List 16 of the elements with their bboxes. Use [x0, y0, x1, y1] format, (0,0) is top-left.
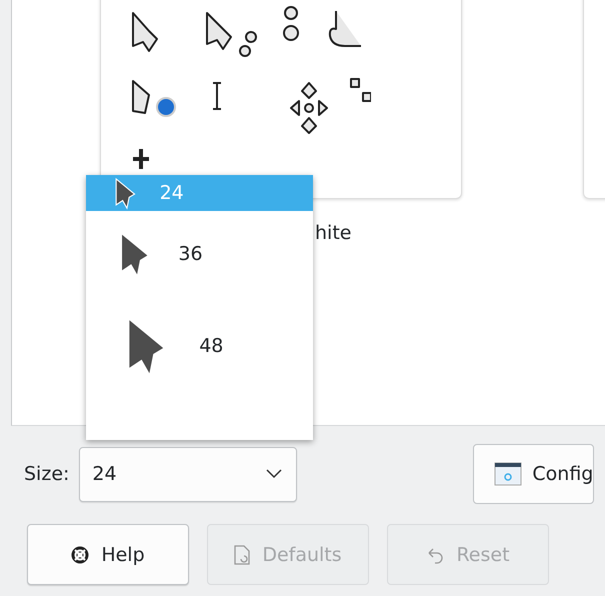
- lifebuoy-icon: [71, 546, 90, 564]
- undo-icon: [426, 546, 444, 564]
- theme-card[interactable]: [100, 0, 462, 199]
- size-option[interactable]: 48: [86, 296, 313, 396]
- size-combobox[interactable]: 24: [79, 446, 298, 502]
- size-label: 48: [199, 335, 224, 357]
- size-option[interactable]: 36: [86, 211, 313, 296]
- help-button[interactable]: Help: [27, 524, 189, 585]
- size-label: 24: [160, 182, 184, 204]
- configure-button[interactable]: Config: [473, 444, 594, 504]
- window-icon: [494, 461, 522, 487]
- theme-name: hite: [315, 222, 352, 244]
- size-label: 36: [178, 242, 203, 264]
- chevron-down-icon: [266, 469, 282, 479]
- document-icon: [234, 544, 250, 564]
- size-label: Size:: [24, 463, 70, 485]
